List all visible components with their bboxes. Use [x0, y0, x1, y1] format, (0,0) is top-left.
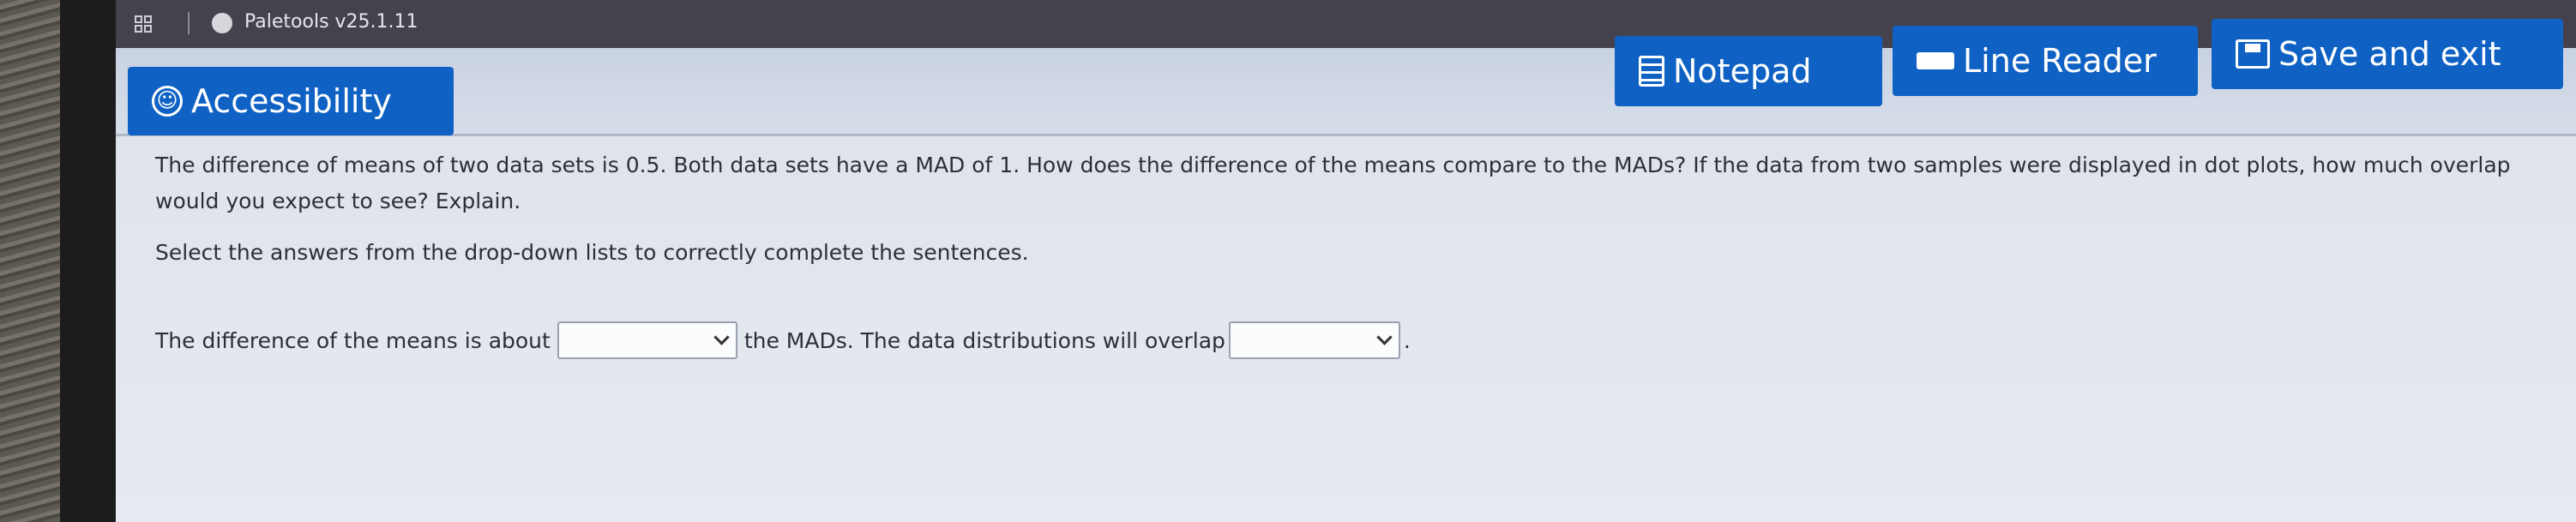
chevron-down-icon — [713, 329, 730, 345]
accessibility-button[interactable]: ☺ Accessibility — [128, 67, 454, 135]
sentence-part1: The difference of the means is about — [155, 327, 551, 353]
instruction-text: Select the answers from the drop-down li… — [155, 240, 1029, 265]
save-icon — [2236, 39, 2270, 69]
accessibility-label: Accessibility — [191, 82, 392, 120]
toolbar — [116, 48, 2576, 136]
save-and-exit-button[interactable]: Save and exit — [2212, 19, 2563, 89]
chevron-down-icon — [1376, 329, 1393, 345]
answer-sentence: The difference of the means is about the… — [155, 321, 1411, 359]
title-bar: Paletools v25.1.11 — [116, 0, 2576, 48]
app-screen: Paletools v25.1.11 ☺ Accessibility Notep… — [116, 0, 2576, 522]
question-text: The difference of means of two data sets… — [155, 153, 2511, 213]
line-reader-button[interactable]: Line Reader — [1893, 26, 2198, 96]
line-reader-label: Line Reader — [1963, 42, 2157, 80]
sentence-end: . — [1403, 327, 1411, 353]
accessibility-icon: ☺ — [152, 86, 183, 117]
app-icon — [212, 13, 232, 33]
save-and-exit-label: Save and exit — [2278, 35, 2501, 73]
app-title: Paletools v25.1.11 — [244, 11, 418, 33]
monitor-bezel — [60, 0, 116, 522]
line-reader-icon — [1917, 52, 1954, 69]
sentence-part2: the MADs. The data distributions will ov… — [743, 327, 1225, 353]
titlebar-divider — [188, 12, 190, 34]
notepad-icon — [1639, 56, 1664, 87]
overlap-dropdown[interactable] — [1228, 321, 1400, 359]
question-panel: The difference of means of two data sets… — [116, 137, 2576, 522]
notepad-button[interactable]: Notepad — [1615, 36, 1882, 106]
grid-icon[interactable] — [135, 15, 152, 33]
difference-dropdown[interactable] — [557, 321, 737, 359]
notepad-label: Notepad — [1673, 52, 1812, 90]
